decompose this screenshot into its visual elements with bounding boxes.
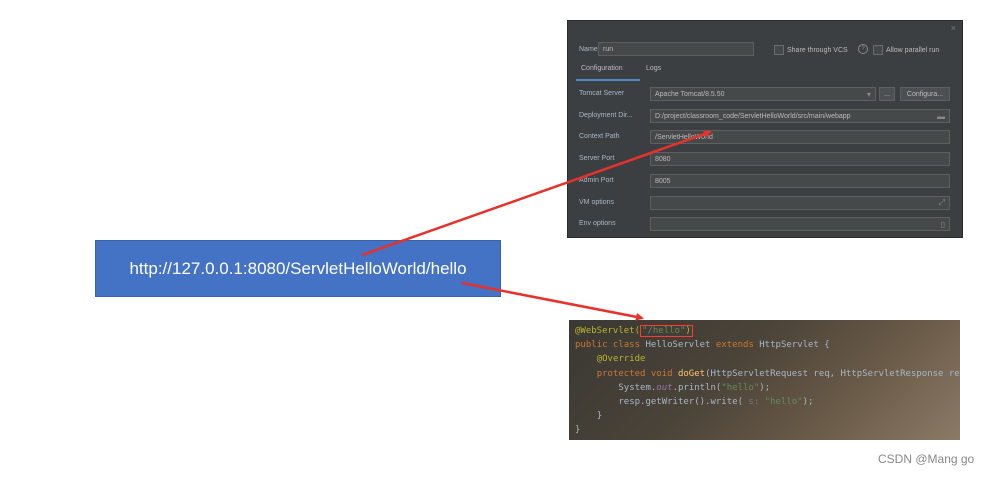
arrow-to-context-path bbox=[361, 130, 712, 257]
arrows-layer bbox=[361, 130, 712, 321]
arrow-to-hello-mapping bbox=[461, 281, 644, 321]
watermark: CSDN @Mang go bbox=[878, 452, 975, 466]
